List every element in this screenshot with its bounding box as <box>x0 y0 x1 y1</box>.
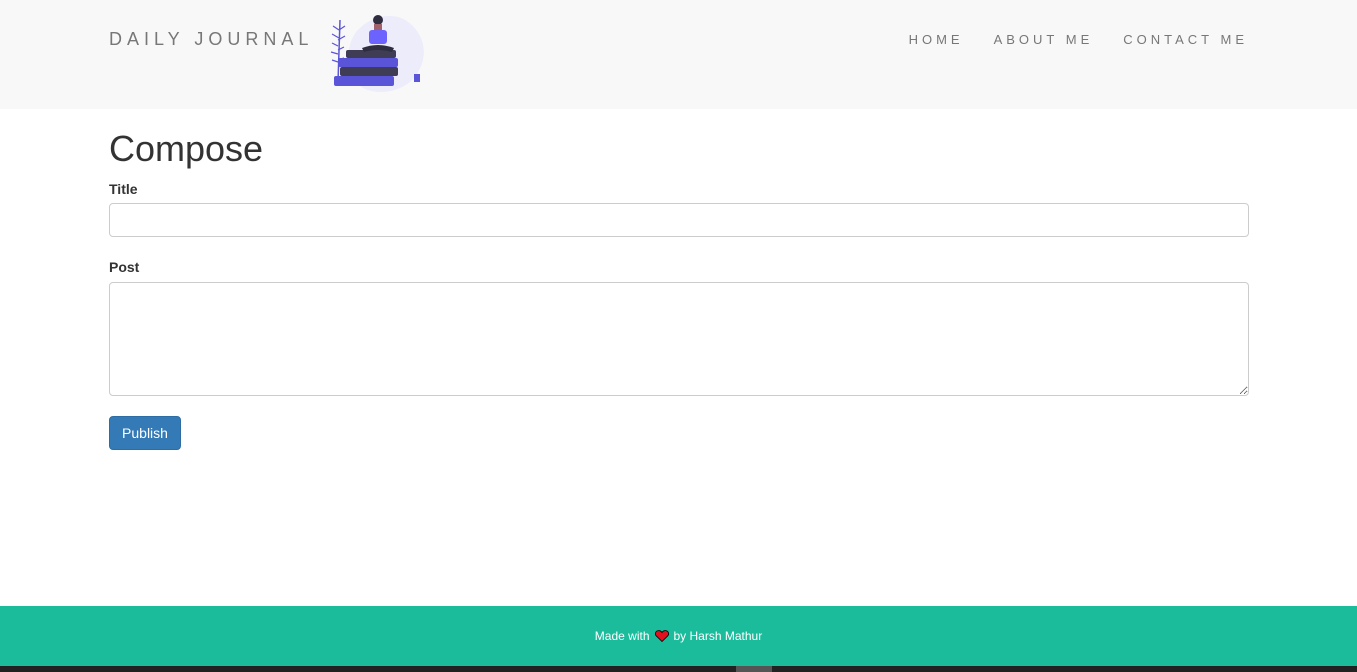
horizontal-scrollbar[interactable] <box>0 666 1357 672</box>
heart-icon <box>654 630 669 642</box>
nav-link-contact-me[interactable]: CONTACT ME <box>1123 32 1248 47</box>
brand-link[interactable]: DAILY JOURNAL <box>109 29 313 50</box>
footer-prefix: Made with <box>594 629 650 643</box>
navbar: DAILY JOURNAL HOME ABOUT ME CONTACT ME <box>0 0 1357 109</box>
scrollbar-thumb[interactable] <box>736 666 772 672</box>
publish-button[interactable]: Publish <box>109 416 181 450</box>
compose-form: Title Post Publish <box>109 181 1249 450</box>
nav-link-about-me[interactable]: ABOUT ME <box>994 32 1094 47</box>
nav-links: HOME ABOUT ME CONTACT ME <box>909 32 1248 47</box>
post-label: Post <box>109 259 140 275</box>
page-title: Compose <box>109 128 264 169</box>
footer-suffix: by Harsh Mathur <box>673 629 763 643</box>
title-label: Title <box>109 181 138 197</box>
reading-illustration-icon <box>330 15 424 92</box>
title-input[interactable] <box>109 203 1249 237</box>
compose-container: Compose Title Post Publish <box>109 127 1249 450</box>
nav-link-home[interactable]: HOME <box>909 32 964 47</box>
footer: Made with by Harsh Mathur <box>0 606 1357 666</box>
post-textarea[interactable] <box>109 282 1249 396</box>
